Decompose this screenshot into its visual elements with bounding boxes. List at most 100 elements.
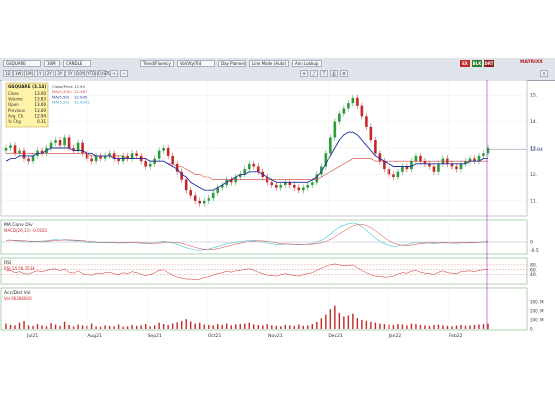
crosshair-icon[interactable]: ✛ (300, 70, 308, 77)
macd-tick-label: -0.5 (530, 248, 539, 254)
volume-bar (338, 312, 341, 329)
frequency-button-custom[interactable]: CUSTOM (96, 70, 115, 77)
candle-body (148, 163, 152, 167)
volume-bar (54, 324, 57, 329)
volume-bar (334, 305, 336, 329)
volume-bar (59, 325, 61, 329)
volume-bar (68, 324, 70, 329)
close-icon[interactable]: × (540, 70, 548, 77)
candle-body (432, 166, 436, 172)
info-row-value: 12.94 (35, 113, 47, 118)
x-tick-label: Dec21 (328, 333, 343, 339)
candle-body (67, 137, 71, 148)
interval-select[interactable]: 30M (44, 60, 60, 67)
frequency-button-1w[interactable]: 1W (13, 70, 23, 77)
badge-ex[interactable]: EX (460, 60, 470, 67)
chart-style-select[interactable]: CANDLE (63, 60, 91, 67)
rsi-tick-label: 40. (530, 272, 537, 278)
candle-body (171, 155, 174, 164)
badge-drt[interactable]: DRT (484, 60, 494, 67)
volume-bar (257, 324, 259, 329)
day-planner-button[interactable]: Day Planner (218, 60, 246, 67)
print-icon[interactable]: ⎙ (330, 70, 338, 77)
volume-bar (374, 322, 377, 329)
indicator-menu[interactable]: Vol/Vty/Trd (177, 60, 215, 67)
volume-bar (230, 325, 232, 329)
info-row-value: 13.00 (35, 108, 47, 113)
info-row-label: Previous (8, 108, 25, 113)
frequency-button-2y[interactable]: 2Y (44, 70, 55, 77)
candle-body (414, 155, 418, 162)
volume-bar (32, 325, 34, 329)
volume-bar (86, 325, 88, 329)
volume-bar (23, 320, 25, 329)
candle-body (333, 121, 337, 138)
volume-bar (63, 321, 66, 329)
info-row-label: Close (8, 91, 19, 96)
badge-blk[interactable]: BLK (472, 60, 482, 67)
candle-body (54, 140, 57, 143)
frequency-button-1d[interactable]: 1D (3, 70, 13, 77)
study-menu[interactable]: Trend/Fluency (140, 60, 174, 67)
frequency-button-5y[interactable]: 5Y (65, 70, 75, 77)
candle-body (356, 97, 359, 106)
candle-body (49, 142, 53, 148)
candle-body (311, 182, 314, 185)
candle-body (184, 179, 188, 191)
info-row-value: 13.00 (35, 91, 47, 96)
volume-bar (185, 319, 187, 329)
candle-body (396, 171, 400, 178)
candle-body (274, 184, 278, 188)
candle-body (347, 103, 350, 109)
volume-bar (117, 324, 120, 329)
volume-bar (451, 326, 453, 329)
ann-lookup-button[interactable]: Ann Lookup (292, 60, 322, 67)
volume-bar (266, 324, 268, 329)
candle-body (94, 155, 98, 162)
frequency-button-1m[interactable]: 1M (23, 70, 34, 77)
candle-body (387, 169, 391, 175)
ticker-input[interactable]: GSQUARE (3, 60, 41, 67)
volume-bar (478, 324, 480, 329)
frequency-button-10y[interactable]: 10Y (75, 70, 86, 77)
candle-body (157, 150, 161, 159)
chart-canvas[interactable]: 15.14.13.12.11. 12.94 GSQUARE (3.14) Clo… (0, 80, 555, 340)
draw-line-icon[interactable]: ╱ (310, 70, 318, 77)
volume-bar (36, 324, 39, 329)
volume-bar (72, 326, 75, 329)
volume-bar (41, 325, 43, 329)
volume-bar (95, 326, 97, 329)
frequency-button-3y[interactable]: 3Y (55, 70, 65, 77)
volume-bar (90, 323, 93, 329)
volume-bar (433, 324, 435, 329)
volume-bar (410, 323, 413, 329)
zoom-out-icon[interactable]: − (120, 70, 128, 77)
candle-body (135, 153, 138, 156)
candle-body (162, 148, 165, 151)
legend-entry-value: 12.4002 (74, 100, 90, 105)
text-tool-icon[interactable]: T (320, 70, 328, 77)
candle-body (27, 158, 30, 162)
frequency-button-ytd[interactable]: YTD (86, 70, 96, 77)
volume-bar (199, 322, 201, 329)
volume-bar (455, 325, 458, 329)
settings-icon[interactable]: ⚙ (340, 70, 348, 77)
volume-bar (365, 320, 368, 329)
candle-body (455, 166, 458, 170)
candle-body (392, 174, 395, 178)
volume-bar (419, 324, 422, 329)
volume-bar (176, 322, 178, 329)
zoom-in-icon[interactable]: + (110, 70, 118, 77)
line-mode-select[interactable]: Line Mode (Auto) (249, 60, 289, 67)
frequency-button-1y[interactable]: 1Y (34, 70, 44, 77)
candle-body (31, 155, 35, 162)
volume-bar (208, 324, 210, 329)
volume-bar (361, 320, 363, 329)
volume-bar (18, 322, 21, 329)
candle-body (419, 155, 422, 162)
x-tick-label: Jan22 (388, 333, 402, 339)
volume-bar (383, 324, 386, 329)
volume-bar (406, 325, 408, 329)
info-row-value: 0.31 (37, 119, 46, 124)
volume-bar (149, 326, 151, 329)
